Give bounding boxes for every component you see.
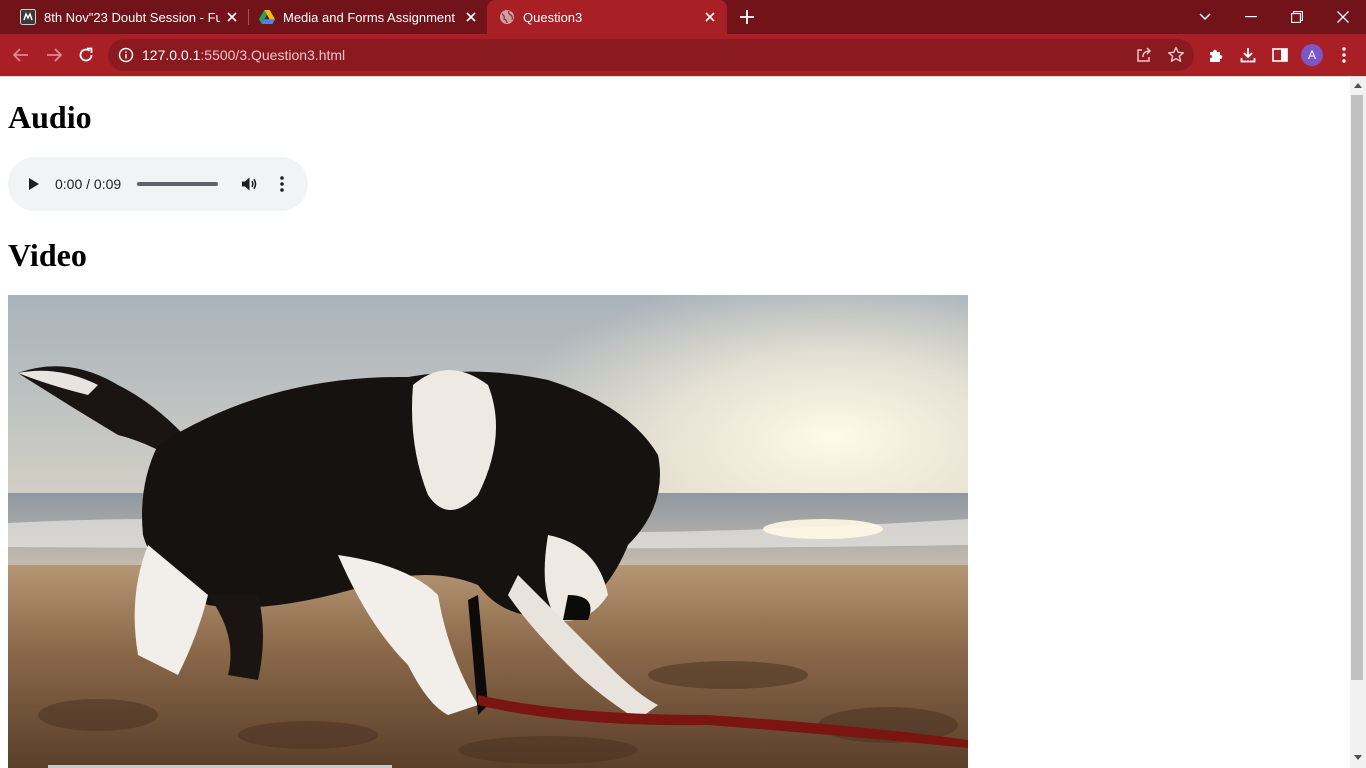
profile-avatar[interactable]: A	[1301, 44, 1323, 66]
browser-menu-icon[interactable]	[1334, 45, 1354, 65]
address-bar[interactable]: 127.0.0.1:5500/3.Question3.html	[108, 39, 1194, 71]
tab-title: Media and Forms Assignment.pd	[283, 9, 455, 25]
audio-seek-slider[interactable]	[137, 182, 218, 186]
url-host: 127.0.0.1	[142, 47, 201, 63]
globe-icon	[499, 9, 515, 25]
reload-icon[interactable]	[76, 45, 96, 65]
video-frame-puppy-beach	[8, 295, 968, 768]
vertical-scrollbar[interactable]	[1350, 77, 1366, 768]
tab-doubt-session[interactable]: 8th Nov"23 Doubt Session - Full	[0, 0, 248, 34]
video-player[interactable]	[8, 295, 968, 768]
tab-search-chevron-down-icon[interactable]	[1195, 7, 1215, 27]
tab-strip: 8th Nov"23 Doubt Session - Full Media an…	[0, 0, 1366, 34]
more-options-icon[interactable]	[276, 175, 288, 193]
minimize-icon[interactable]	[1241, 7, 1261, 27]
close-tab-icon[interactable]	[463, 9, 479, 25]
scrollbar-thumb[interactable]	[1351, 95, 1363, 680]
url-text: 127.0.0.1:5500/3.Question3.html	[142, 47, 345, 63]
audio-time: 0:00 / 0:09	[55, 176, 122, 192]
close-tab-icon[interactable]	[224, 9, 240, 25]
url-path: :5500/3.Question3.html	[200, 47, 346, 63]
tab-question3[interactable]: Question3	[487, 0, 727, 34]
close-window-icon[interactable]	[1333, 7, 1353, 27]
bookmark-star-icon[interactable]	[1167, 46, 1185, 64]
download-icon[interactable]	[1238, 45, 1258, 65]
side-panel-icon[interactable]	[1270, 45, 1290, 65]
site-info-icon[interactable]	[118, 47, 134, 63]
video-platform-favicon	[20, 9, 36, 25]
scroll-up-arrow-icon[interactable]	[1353, 81, 1363, 89]
back-arrow-icon[interactable]	[11, 45, 31, 65]
share-icon[interactable]	[1135, 46, 1153, 64]
audio-player[interactable]: 0:00 / 0:09	[8, 157, 308, 211]
tab-title: Question3	[523, 9, 583, 25]
browser-toolbar: 127.0.0.1:5500/3.Question3.html	[0, 34, 1366, 76]
restore-window-icon[interactable]	[1287, 7, 1307, 27]
tab-assignment-pdf[interactable]: Media and Forms Assignment.pd	[239, 0, 487, 34]
extensions-puzzle-icon[interactable]	[1206, 45, 1226, 65]
google-drive-icon	[259, 9, 275, 25]
audio-heading: Audio	[8, 99, 92, 135]
scroll-down-arrow-icon[interactable]	[1353, 754, 1363, 762]
page-viewport: Audio 0:00 / 0:09 Video	[0, 77, 1350, 768]
tab-title: 8th Nov"23 Doubt Session - Full	[44, 9, 220, 25]
play-icon[interactable]	[25, 176, 41, 192]
forward-arrow-icon[interactable]	[44, 45, 64, 65]
close-tab-icon[interactable]	[702, 9, 718, 25]
volume-icon[interactable]	[240, 175, 258, 193]
video-heading: Video	[8, 237, 87, 273]
new-tab-button[interactable]	[738, 8, 756, 26]
